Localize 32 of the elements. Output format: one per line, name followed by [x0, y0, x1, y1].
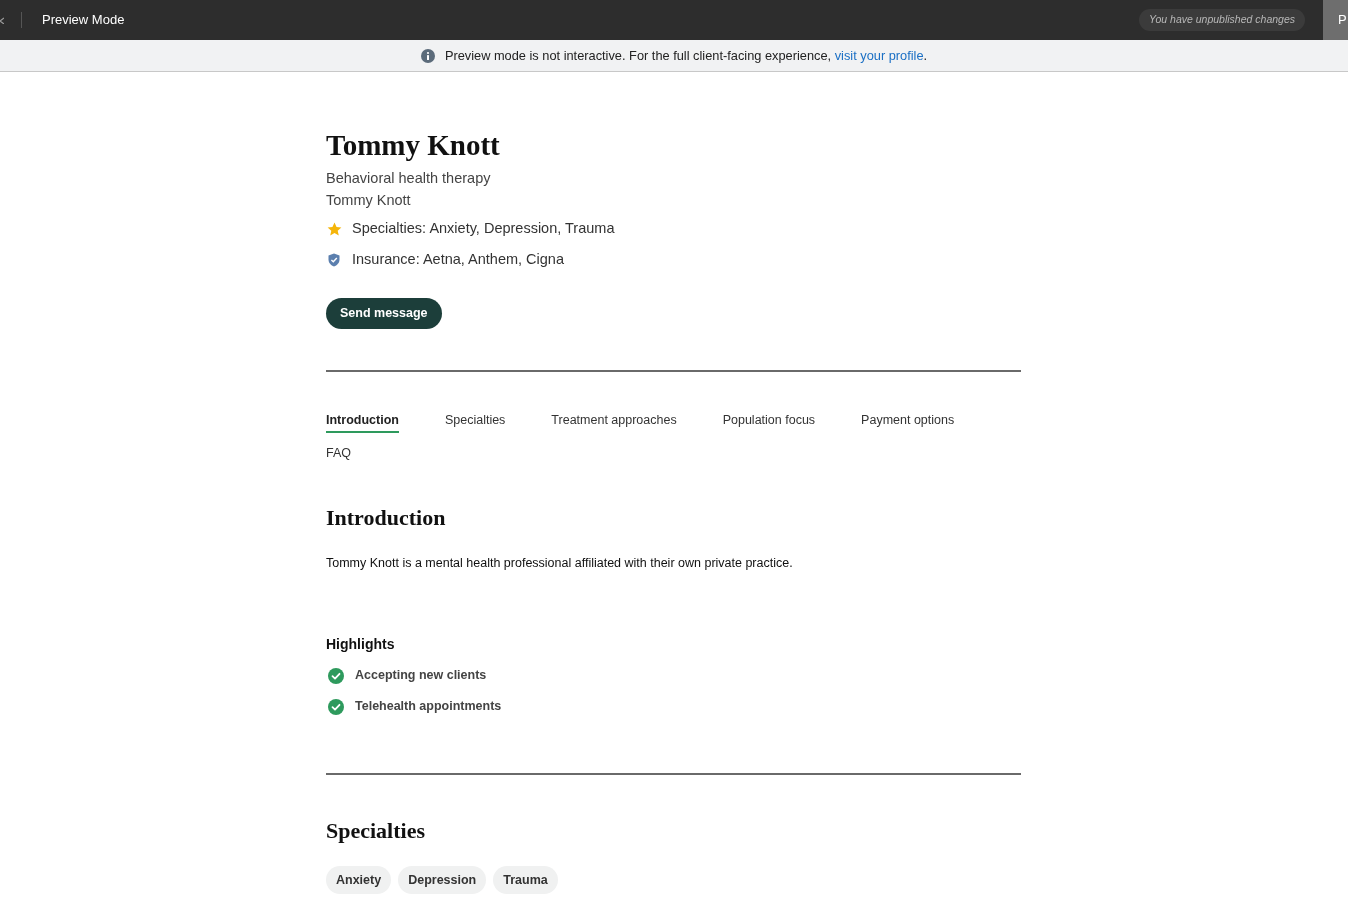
section-heading: Introduction: [326, 504, 447, 532]
section-tab[interactable]: Treatment approaches: [551, 412, 677, 433]
highlight-item: Accepting new clients: [355, 666, 487, 684]
profile-name: Tommy Knott: [326, 128, 501, 163]
check-circle-icon: [328, 699, 344, 715]
profile-fact: Specialties: Anxiety, Depression, Trauma: [352, 219, 615, 239]
send-message-button[interactable]: Send message: [326, 298, 442, 329]
section-tab[interactable]: Specialties: [444, 412, 506, 433]
chevron-icon: [0, 16, 4, 24]
specialty-tag: Trauma: [493, 866, 558, 894]
introduction-text: Tommy Knott is a mental health professional affiliated with their own private practice.: [326, 555, 794, 572]
profile-fact: Insurance: Aetna, Anthem, Cigna: [352, 250, 564, 270]
banner-message: Preview mode is not interactive. For the full client-facing experience, visit your profile.: [444, 46, 928, 65]
highlights-heading: Highlights: [326, 635, 396, 654]
profile-link[interactable]: visit your profile: [834, 47, 924, 63]
section-tab[interactable]: FAQ: [326, 445, 351, 466]
section-tab[interactable]: Population focus: [722, 412, 816, 433]
highlight-item: Telehealth appointments: [355, 697, 502, 715]
shield-check-icon: [328, 253, 340, 267]
info-icon: [420, 48, 435, 63]
practitioner-name: Tommy Knott: [326, 191, 412, 210]
publish-button[interactable]: P: [1323, 0, 1348, 40]
section-tab[interactable]: Payment options: [861, 412, 955, 433]
unpublished-status: You have unpublished changes: [1139, 9, 1305, 31]
specialty-tag: Depression: [398, 866, 487, 894]
page-title: Preview Mode: [42, 11, 125, 30]
section-tab[interactable]: Introduction: [326, 412, 399, 433]
check-circle-icon: [328, 668, 344, 684]
specialty-tag: Anxiety: [326, 866, 392, 894]
star-icon: [327, 222, 342, 236]
profile-subtitle: Behavioral health therapy: [326, 169, 492, 188]
section-heading: Specialties: [326, 817, 426, 845]
